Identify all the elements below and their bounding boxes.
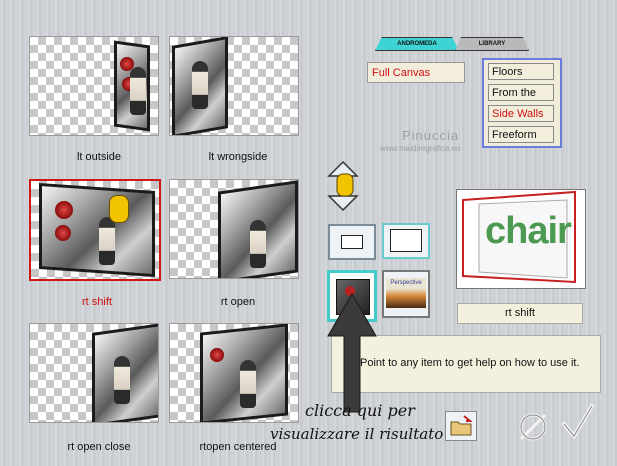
- watermark-name: Pinuccia: [402, 128, 460, 143]
- folder-open-icon: [450, 415, 473, 436]
- thumb-rtopen-centered[interactable]: [169, 323, 299, 423]
- thumb-rt-open-close[interactable]: [29, 323, 159, 423]
- thumb-caption: lt wrongside: [208, 151, 268, 163]
- tab-library[interactable]: LIBRARY: [455, 37, 529, 51]
- ok-check-icon: [562, 404, 594, 440]
- annotation-line-2: visualizzare il risultato: [270, 425, 444, 443]
- list-item-side-walls[interactable]: Side Walls: [488, 105, 554, 122]
- small-rect-button[interactable]: [328, 224, 376, 260]
- list-item-from-the-top[interactable]: From the Top: [488, 84, 554, 116]
- help-text: Point to any item to get help on how to …: [360, 357, 580, 369]
- annotation-arrow-icon: [327, 292, 377, 413]
- preview-word: chair: [485, 210, 572, 252]
- large-rect-button[interactable]: [382, 223, 430, 259]
- list-item-freeform[interactable]: Freeform: [488, 126, 554, 143]
- perspective-preset-button[interactable]: Perspective: [382, 270, 430, 318]
- thumb-rt-shift[interactable]: [29, 179, 161, 281]
- thumb-lt-outside[interactable]: [29, 36, 159, 136]
- thumb-caption: rt open: [220, 296, 256, 308]
- annotation-line-1: clicca qui per: [305, 401, 415, 420]
- open-folder-button[interactable]: [445, 411, 477, 441]
- rect-icon: [390, 229, 422, 252]
- cancel-button[interactable]: [515, 408, 551, 444]
- thumb-rt-open[interactable]: [169, 179, 299, 279]
- thumb-lt-wrongside[interactable]: [169, 36, 299, 136]
- pointer-hand-icon: [109, 195, 129, 223]
- canvas-mode-field[interactable]: Full Canvas: [367, 62, 465, 83]
- preset-thumb-label: Perspective: [390, 280, 422, 286]
- list-item-floors[interactable]: Floors: [488, 63, 554, 80]
- thumb-caption: rt open close: [67, 441, 131, 453]
- preview-panel: chair: [456, 189, 586, 289]
- thumb-caption: lt outside: [76, 151, 122, 163]
- tab-andromeda[interactable]: ANDROMEDA: [375, 37, 459, 51]
- arrows-hand-icon[interactable]: [325, 160, 361, 212]
- rect-icon: [341, 235, 363, 249]
- watermark-url: www.maidiregrafica.eu: [380, 144, 461, 153]
- thumb-caption-selected: rt shift: [82, 296, 112, 308]
- cancel-icon: [519, 413, 547, 441]
- surface-type-list: Floors From the Top Side Walls Freeform: [482, 58, 562, 148]
- ok-button[interactable]: [558, 402, 598, 442]
- selection-label: rt shift: [457, 303, 583, 324]
